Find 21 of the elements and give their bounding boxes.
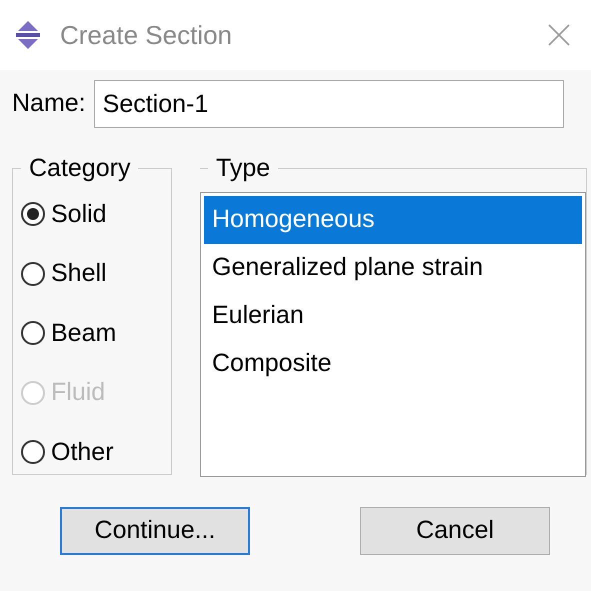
close-icon [547, 23, 571, 47]
radio-icon [21, 262, 45, 286]
radio-icon [21, 380, 45, 405]
dialog-button[interactable]: Continue... [60, 507, 250, 555]
radio-option[interactable]: Solid [21, 196, 163, 233]
window-title: Create Section [60, 18, 232, 52]
list-item[interactable]: Homogeneous [204, 196, 582, 244]
name-label: Name: [12, 88, 86, 120]
radio-option[interactable]: Other [21, 434, 163, 471]
list-item[interactable]: Generalized plane strain [204, 244, 582, 292]
radio-option[interactable]: Beam [21, 314, 163, 352]
name-field[interactable]: Section-1 [94, 80, 564, 128]
radio-icon [21, 440, 45, 464]
dialog-button[interactable]: Cancel [360, 507, 550, 555]
list-item[interactable]: Composite [204, 340, 582, 388]
list-item[interactable]: Eulerian [204, 292, 582, 340]
radio-icon [21, 321, 45, 346]
radio-icon [21, 202, 45, 226]
radio-option[interactable]: Shell [21, 255, 163, 292]
category-title: Category [28, 153, 132, 184]
type-title: Type [215, 153, 272, 184]
